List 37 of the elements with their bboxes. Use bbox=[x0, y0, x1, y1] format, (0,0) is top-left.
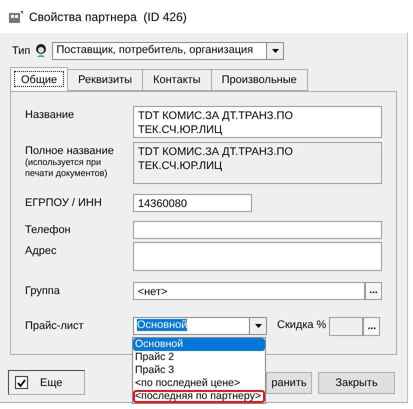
input-field[interactable]: TDT КОМИС.ЗА ДТ.ТРАНЗ.ПО ТЕК.СЧ.ЮР.ЛИЦ bbox=[133, 106, 382, 138]
input-field[interactable] bbox=[133, 221, 382, 239]
list-option[interactable]: <последняя по партнеру> bbox=[133, 390, 265, 403]
field-label: Полное название bbox=[25, 145, 115, 157]
tab[interactable]: Контакты bbox=[142, 69, 212, 91]
input-field[interactable] bbox=[133, 242, 382, 271]
more-toggle[interactable]: Еще bbox=[8, 370, 85, 395]
type-label: Тип bbox=[12, 45, 30, 57]
tab[interactable]: Общие bbox=[10, 67, 68, 91]
discount-label: Скидка % bbox=[277, 318, 326, 333]
field-label: Телефон bbox=[25, 224, 72, 236]
type-dropdown[interactable]: Поставщик, потребитель, организация bbox=[52, 42, 284, 60]
field-label: ЕГРПОУ / ИНН bbox=[25, 197, 103, 209]
app-icon bbox=[8, 10, 24, 24]
input-field[interactable]: 14360080 bbox=[133, 194, 252, 212]
discount-field[interactable] bbox=[329, 317, 364, 336]
caret-icon bbox=[272, 49, 279, 53]
browse-button[interactable]: ... bbox=[365, 282, 382, 300]
field-note: (используется при печати документов) bbox=[25, 157, 108, 179]
field-label: Название bbox=[25, 109, 76, 121]
close-button[interactable]: Закрыть bbox=[318, 372, 395, 394]
field-label: Группа bbox=[25, 285, 61, 297]
more-label: Еще bbox=[40, 376, 62, 388]
check-icon bbox=[17, 378, 26, 386]
checkbox[interactable] bbox=[15, 376, 28, 389]
input-field[interactable]: <нет> bbox=[132, 282, 366, 300]
tab[interactable]: Реквизиты bbox=[67, 69, 144, 91]
tab[interactable]: Произвольные bbox=[210, 69, 308, 91]
price-list-dropdown[interactable]: Основной bbox=[133, 317, 267, 335]
save-button[interactable]: ранить bbox=[266, 372, 312, 394]
field-label: Адрес bbox=[25, 245, 58, 257]
field-label: Прайс-лист bbox=[25, 320, 85, 332]
person-icon bbox=[34, 43, 48, 59]
window-title: Свойства партнера (ID 426) bbox=[29, 10, 187, 24]
caret-icon bbox=[254, 324, 262, 328]
browse-button[interactable]: ... bbox=[363, 317, 380, 336]
list-option[interactable]: Основной bbox=[133, 338, 265, 351]
